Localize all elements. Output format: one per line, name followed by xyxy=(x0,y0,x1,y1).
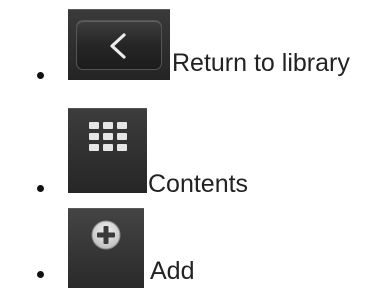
item-label: Add xyxy=(150,257,195,285)
bullet-point xyxy=(37,271,44,278)
grid-icon xyxy=(89,122,127,151)
list-item-return-to-library: Return to library xyxy=(0,0,391,96)
back-chevron-icon xyxy=(110,33,126,59)
plus-circle-icon xyxy=(91,220,121,250)
contents-button-image xyxy=(68,108,147,193)
back-button-frame xyxy=(76,20,162,70)
item-label: Contents xyxy=(148,170,249,198)
list-item-add: Add xyxy=(0,198,391,294)
bullet-point xyxy=(37,72,44,79)
bullet-point xyxy=(37,185,44,192)
back-button-image xyxy=(68,9,170,80)
toolbar-icon-legend-list: Return to library Contents Add xyxy=(0,0,391,289)
item-label: Return to library xyxy=(172,49,350,77)
add-button-image xyxy=(68,208,144,288)
list-item-contents: Contents xyxy=(0,96,391,198)
